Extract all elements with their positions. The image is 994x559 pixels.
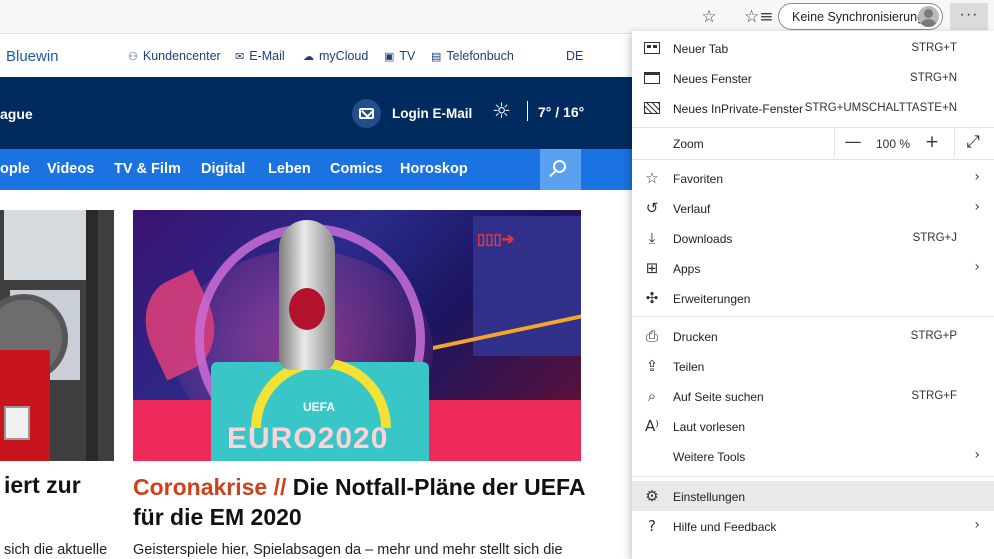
toplink-email[interactable]: ✉ E-Mail — [235, 49, 285, 63]
weather-temperature[interactable]: 7° / 16° — [538, 104, 584, 120]
search-icon — [553, 160, 566, 173]
extensions-icon: ✣ — [645, 289, 659, 307]
favorites-star-icon: ☆ — [645, 169, 659, 187]
favorites-list-icon[interactable]: ☆≡ — [744, 6, 773, 28]
main-teaser-text: Geisterspiele hier, Spielabsagen da – me… — [133, 542, 563, 558]
image-euro-text: EURO2020 — [227, 422, 389, 455]
nav-item-videos[interactable]: Videos — [47, 161, 94, 177]
read-aloud-icon: A⁾ — [645, 417, 659, 435]
nav-item-people[interactable]: ople — [0, 161, 30, 177]
more-menu-button[interactable]: ··· — [950, 3, 988, 30]
menu-item-new-window[interactable]: Neues Fenster STRG+N — [632, 63, 994, 93]
menu-item-favorites[interactable]: ☆ Favoriten › — [632, 163, 994, 193]
help-icon: ? — [648, 517, 656, 535]
login-email-link[interactable]: Login E-Mail — [392, 106, 472, 121]
star-icon[interactable]: ☆ — [698, 6, 720, 28]
menu-divider — [632, 159, 994, 160]
menu-item-apps[interactable]: ⊞ Apps › — [632, 253, 994, 283]
mail-icon: ✉ — [235, 51, 245, 63]
menu-item-print[interactable]: ⎙ Drucken STRG+P — [632, 321, 994, 351]
settings-icon: ⚙ — [645, 487, 659, 505]
cloud-icon: ☁ — [303, 51, 314, 63]
share-icon: ⇪ — [645, 357, 659, 375]
find-icon: ⌕ — [647, 387, 657, 405]
history-icon: ↺ — [645, 199, 659, 217]
menu-item-history[interactable]: ↺ Verlauf › — [632, 193, 994, 223]
zoom-row: Zoom — 100 % + ⤢ — [632, 128, 994, 158]
toplink-kundencenter[interactable]: ⚇ Kundencenter — [128, 49, 221, 63]
avatar-icon — [918, 6, 939, 27]
main-teaser-image[interactable]: ▯▯▯➔ UEFA EURO2020 — [133, 210, 581, 461]
zoom-out-button[interactable]: — — [841, 131, 865, 155]
new-window-icon — [644, 72, 660, 84]
nav-item-tv-film[interactable]: TV & Film — [114, 161, 181, 177]
menu-item-more-tools[interactable]: Weitere Tools › — [632, 441, 994, 471]
chevron-right-icon: › — [974, 169, 980, 185]
download-icon: ⤓ — [648, 229, 656, 247]
nav-item-comics[interactable]: Comics — [330, 161, 382, 177]
menu-item-settings[interactable]: ⚙ Einstellungen — [632, 481, 994, 511]
zoom-label: Zoom — [673, 137, 704, 151]
menu-item-new-tab[interactable]: Neuer Tab STRG+T — [632, 33, 994, 63]
chevron-right-icon: › — [974, 447, 980, 463]
brand-logo[interactable]: Bluewin — [6, 48, 59, 65]
menu-item-inprivate[interactable]: Neues InPrivate-Fenster STRG+UMSCHALTTAS… — [632, 93, 994, 123]
person-icon: ⚇ — [128, 51, 138, 63]
site-search-button[interactable] — [540, 149, 581, 190]
left-teaser-text: sich die aktuelle — [4, 542, 108, 558]
site-header-band: ague Login E-Mail ☼ 7° / 16° — [0, 77, 632, 149]
nav-item-digital[interactable]: Digital — [201, 161, 245, 177]
site-top-bar: Bluewin ⚇ Kundencenter ✉ E-Mail ☁ myCloud ▣… — [0, 34, 632, 77]
main-headline[interactable]: Coronakrise // Die Notfall-Pläne der UEF… — [133, 472, 603, 532]
toplink-mycloud[interactable]: ☁ myCloud — [303, 49, 368, 63]
menu-divider — [632, 316, 994, 317]
menu-item-share[interactable]: ⇪ Teilen — [632, 351, 994, 381]
login-mail-icon[interactable] — [352, 99, 381, 128]
nav-item-leben[interactable]: Leben — [268, 161, 311, 177]
menu-item-downloads[interactable]: ⤓ Downloads STRG+J — [632, 223, 994, 253]
zoom-value: 100 % — [876, 137, 911, 151]
chevron-right-icon: › — [974, 199, 980, 215]
menu-item-read-aloud[interactable]: A⁾ Laut vorlesen — [632, 411, 994, 441]
chevron-right-icon: › — [974, 517, 980, 533]
chevron-right-icon: › — [974, 259, 980, 275]
sync-label: Keine Synchronisierung — [792, 10, 925, 24]
menu-item-help[interactable]: ? Hilfe und Feedback › — [632, 511, 994, 541]
browser-settings-menu: Neuer Tab STRG+T Neues Fenster STRG+N Ne… — [632, 31, 994, 559]
toplink-tv[interactable]: ▣ TV — [384, 49, 415, 63]
menu-divider — [632, 476, 994, 477]
sync-profile-button[interactable]: Keine Synchronisierung — [778, 3, 943, 30]
phonebook-icon: ▤ — [431, 51, 442, 63]
left-teaser-image[interactable] — [0, 210, 114, 461]
language-selector[interactable]: DE — [566, 49, 583, 63]
weather-divider — [527, 101, 528, 121]
zoom-in-button[interactable]: + — [920, 131, 944, 155]
menu-item-find[interactable]: ⌕ Auf Seite suchen STRG+F — [632, 381, 994, 411]
site-nav: ople Videos TV & Film Digital Leben Comi… — [0, 149, 632, 190]
inprivate-icon — [644, 102, 660, 114]
image-uefa-text: UEFA — [303, 400, 336, 414]
tv-icon: ▣ — [384, 51, 395, 63]
browser-toolbar: ☆ ☆≡ Keine Synchronisierung ··· — [0, 0, 994, 34]
print-icon: ⎙ — [645, 327, 658, 345]
main-headline-kicker: Coronakrise // — [133, 474, 287, 500]
apps-icon: ⊞ — [645, 259, 659, 277]
fullscreen-button[interactable]: ⤢ — [961, 131, 985, 155]
toplink-telefonbuch[interactable]: ▤ Telefonbuch — [431, 49, 514, 63]
new-tab-icon — [644, 42, 660, 54]
header-fragment-text: ague — [0, 106, 33, 122]
menu-item-extensions[interactable]: ✣ Erweiterungen — [632, 283, 994, 313]
left-headline[interactable]: iert zur — [4, 472, 81, 499]
nav-item-horoskop[interactable]: Horoskop — [400, 161, 468, 177]
weather-sun-icon: ☼ — [492, 99, 511, 123]
